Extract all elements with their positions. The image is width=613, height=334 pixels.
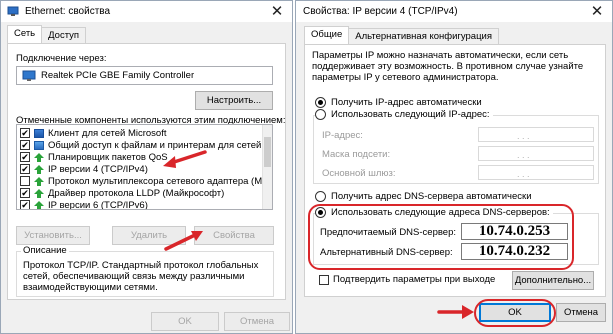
protocol-icon: [34, 188, 44, 198]
advanced-button[interactable]: Дополнительно...: [512, 271, 594, 290]
ip-separators: . . .: [517, 169, 530, 179]
description-text: Протокол TCP/IP. Стандартный протокол гл…: [23, 260, 259, 293]
list-item-label: Клиент для сетей Microsoft: [48, 127, 167, 139]
radio-button[interactable]: [315, 97, 326, 108]
properties-button[interactable]: Свойства: [194, 226, 274, 245]
checkbox[interactable]: ✔: [20, 164, 30, 174]
tab-strip: Сеть Доступ: [7, 25, 87, 43]
list-item[interactable]: Протокол мультиплексора сетевого адаптер…: [20, 175, 267, 187]
general-tab-panel: Параметры IP можно назначать автоматичес…: [304, 44, 606, 297]
validate-option[interactable]: Подтвердить параметры при выходе: [319, 274, 495, 285]
radio-button[interactable]: [315, 191, 326, 202]
checkbox[interactable]: ✔: [20, 140, 30, 150]
list-item-label: IP версии 6 (TCP/IPv6): [48, 199, 148, 210]
ip-address-field[interactable]: . . .: [478, 127, 594, 142]
close-icon[interactable]: ✕: [268, 3, 286, 20]
file-sharing-icon: [34, 140, 44, 150]
tab-network[interactable]: Сеть: [7, 25, 43, 43]
list-item[interactable]: ✔ Общий доступ к файлам и принтерам для …: [20, 139, 273, 151]
dns-auto-label: Получить адрес DNS-сервера автоматически: [331, 191, 532, 202]
checkbox[interactable]: [319, 274, 329, 285]
install-button[interactable]: Установить...: [16, 226, 90, 245]
tab-strip: Общие Альтернативная конфигурация: [304, 26, 499, 44]
scrollbar-thumb[interactable]: [264, 137, 271, 167]
description-group: Описание Протокол TCP/IP. Стандартный пр…: [16, 245, 274, 297]
window-title: Ethernet: свойства: [25, 6, 111, 17]
ipv4-properties-window: Свойства: IP версии 4 (TCP/IPv4) ✕ Общие…: [295, 0, 613, 334]
protocol-icon: [34, 164, 44, 174]
adapter-name: Realtek PCIe GBE Family Controller: [41, 70, 195, 81]
list-item-label: Протокол мультиплексора сетевого адаптер…: [48, 175, 268, 187]
tab-general[interactable]: Общие: [304, 26, 350, 44]
adapter-icon: [22, 70, 36, 81]
ip-auto-option[interactable]: Получить IP-адрес автоматически: [315, 97, 482, 108]
ip-address-label: IP-адрес:: [322, 130, 363, 141]
annotation-arrow-icon: [164, 231, 203, 251]
checkbox[interactable]: ✔: [20, 128, 30, 138]
scrollbar[interactable]: [262, 125, 272, 209]
radio-button[interactable]: [315, 109, 326, 120]
ip-auto-label: Получить IP-адрес автоматически: [331, 97, 482, 108]
close-icon[interactable]: ✕: [588, 3, 606, 20]
title-bar[interactable]: Свойства: IP версии 4 (TCP/IPv4) ✕: [296, 1, 612, 22]
protocol-icon: [34, 176, 44, 186]
checkbox[interactable]: ✔: [20, 152, 30, 162]
dns-auto-option[interactable]: Получить адрес DNS-сервера автоматически: [315, 191, 532, 202]
annotation-arrow-icon: [437, 305, 474, 319]
cancel-button[interactable]: Отмена: [556, 303, 606, 322]
list-item-label: Планировщик пакетов QoS: [48, 151, 168, 163]
ip-manual-label: Использовать следующий IP-адрес:: [331, 109, 490, 120]
network-client-icon: [34, 128, 44, 138]
window-title: Свойства: IP версии 4 (TCP/IPv4): [303, 6, 458, 17]
list-item-label: Общий доступ к файлам и принтерам для се…: [48, 139, 273, 151]
title-bar[interactable]: Ethernet: свойства ✕: [1, 1, 292, 22]
configure-button[interactable]: Настроить...: [195, 91, 273, 110]
list-item[interactable]: ✔ Клиент для сетей Microsoft: [20, 127, 167, 139]
ip-separators: . . .: [517, 150, 530, 160]
checkbox[interactable]: ✔: [20, 188, 30, 198]
checkbox[interactable]: ✔: [20, 200, 30, 209]
subnet-mask-label: Маска подсети:: [322, 149, 391, 160]
annotation-arrow-icon: [163, 150, 207, 168]
gateway-label: Основной шлюз:: [322, 168, 396, 179]
connect-via-label: Подключение через:: [16, 53, 107, 64]
qos-icon: [34, 152, 44, 162]
validate-label: Подтвердить параметры при выходе: [333, 274, 496, 285]
list-item-label: Драйвер протокола LLDP (Майкрософт): [48, 187, 225, 199]
list-item-label: IP версии 4 (TCP/IPv4): [48, 163, 148, 175]
network-icon: [7, 6, 19, 16]
subnet-mask-field[interactable]: . . .: [478, 146, 594, 161]
ok-highlight-ring: [474, 299, 556, 327]
description-title: Описание: [21, 245, 69, 256]
protocol-icon: [34, 200, 44, 209]
tab-alternate-config[interactable]: Альтернативная конфигурация: [348, 28, 499, 44]
network-tab-panel: Подключение через: Realtek PCIe GBE Fami…: [7, 43, 286, 300]
checkbox[interactable]: [20, 176, 30, 186]
gateway-field[interactable]: . . .: [478, 165, 594, 180]
list-item[interactable]: ✔ IP версии 6 (TCP/IPv6): [20, 199, 148, 210]
ip-manual-option[interactable]: Использовать следующий IP-адрес:: [315, 109, 493, 120]
tab-sharing[interactable]: Доступ: [41, 27, 87, 43]
ip-separators: . . .: [517, 131, 530, 141]
ok-button[interactable]: OK: [151, 312, 219, 331]
dns-highlight-ring: [308, 204, 574, 270]
components-list: ✔ Клиент для сетей Microsoft ✔ Общий дос…: [16, 124, 273, 210]
ethernet-properties-window: Ethernet: свойства ✕ Сеть Доступ Подключ…: [0, 0, 293, 334]
intro-text: Параметры IP можно назначать автоматичес…: [312, 50, 584, 83]
cancel-button[interactable]: Отмена: [224, 312, 290, 331]
adapter-box: Realtek PCIe GBE Family Controller: [16, 66, 273, 85]
list-item[interactable]: ✔ Драйвер протокола LLDP (Майкрософт): [20, 187, 224, 199]
list-item[interactable]: ✔ IP версии 4 (TCP/IPv4): [20, 163, 148, 175]
ip-address-group: Использовать следующий IP-адрес: IP-адре…: [313, 109, 599, 184]
list-item[interactable]: ✔ Планировщик пакетов QoS: [20, 151, 168, 163]
